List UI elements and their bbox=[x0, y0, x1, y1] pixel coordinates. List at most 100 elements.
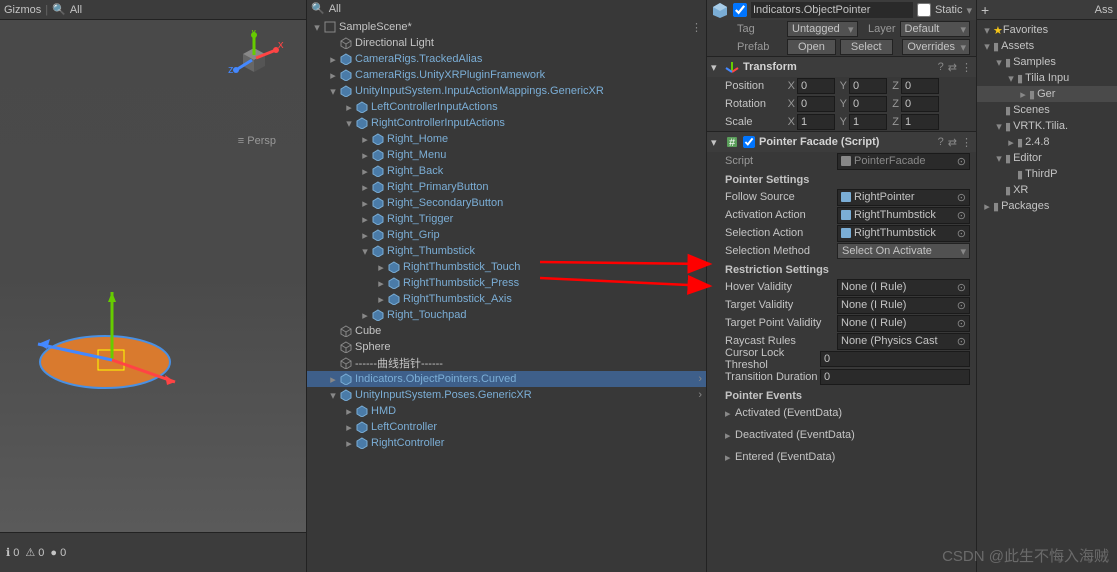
picker-icon[interactable]: ⊙ bbox=[957, 191, 966, 204]
hierarchy-item[interactable]: ▸HMD bbox=[307, 403, 706, 419]
project-item[interactable]: ▸▮Ger bbox=[977, 86, 1117, 102]
foldout-icon[interactable]: ▾ bbox=[711, 61, 721, 74]
selection-action-field[interactable]: RightThumbstick⊙ bbox=[837, 225, 970, 242]
info-icon[interactable]: ℹ 0 bbox=[6, 546, 19, 559]
hierarchy-item[interactable]: ▸Indicators.ObjectPointers.Curved› bbox=[307, 371, 706, 387]
tag-dropdown[interactable]: Untagged bbox=[787, 21, 858, 37]
foldout-icon[interactable]: ▸ bbox=[343, 101, 355, 114]
foldout-icon[interactable]: ▾ bbox=[359, 245, 371, 258]
preset-icon[interactable]: ⇄ bbox=[948, 136, 957, 149]
picker-icon[interactable]: ⊙ bbox=[957, 155, 966, 168]
all-filter[interactable]: All bbox=[70, 4, 82, 16]
help-icon[interactable]: ? bbox=[938, 61, 944, 73]
all-filter[interactable]: All bbox=[329, 3, 341, 15]
foldout-icon[interactable]: ▾ bbox=[993, 152, 1005, 165]
selected-object-gizmo[interactable] bbox=[20, 292, 200, 392]
rot-x-field[interactable] bbox=[797, 96, 835, 112]
foldout-icon[interactable]: ▸ bbox=[359, 165, 371, 178]
project-item[interactable]: ▾▮Assets bbox=[977, 38, 1117, 54]
foldout-icon[interactable]: ▸ bbox=[343, 405, 355, 418]
hierarchy-item[interactable]: ▸LeftControllerInputActions bbox=[307, 99, 706, 115]
event-deactivated[interactable]: ▸Deactivated (EventData) bbox=[707, 426, 976, 444]
hierarchy-item[interactable]: ▸Right_SecondaryButton bbox=[307, 195, 706, 211]
hierarchy-item[interactable]: ▾Right_Thumbstick bbox=[307, 243, 706, 259]
layer-dropdown[interactable]: Default bbox=[900, 21, 971, 37]
hierarchy-item[interactable]: ▾UnityInputSystem.Poses.GenericXR› bbox=[307, 387, 706, 403]
picker-icon[interactable]: ⊙ bbox=[957, 317, 966, 330]
selection-method-dropdown[interactable]: Select On Activate bbox=[837, 243, 970, 259]
project-item[interactable]: ▾▮Samples bbox=[977, 54, 1117, 70]
hierarchy-item[interactable]: ▸Right_Menu bbox=[307, 147, 706, 163]
foldout-icon[interactable]: ▸ bbox=[359, 149, 371, 162]
foldout-icon[interactable]: ▸ bbox=[359, 133, 371, 146]
help-icon[interactable]: ? bbox=[938, 136, 944, 148]
foldout-icon[interactable]: ▸ bbox=[327, 53, 339, 66]
cursor-threshold-field[interactable] bbox=[820, 351, 970, 367]
hierarchy-item[interactable]: ▸Right_Home bbox=[307, 131, 706, 147]
transition-duration-field[interactable] bbox=[820, 369, 970, 385]
hierarchy-item[interactable]: ▸RightThumbstick_Axis bbox=[307, 291, 706, 307]
hierarchy-item[interactable]: ▸LeftController bbox=[307, 419, 706, 435]
scl-z-field[interactable] bbox=[901, 114, 939, 130]
hierarchy-item[interactable]: ▸Right_PrimaryButton bbox=[307, 179, 706, 195]
foldout-icon[interactable]: ▸ bbox=[343, 421, 355, 434]
target-validity-field[interactable]: None (I Rule)⊙ bbox=[837, 297, 970, 314]
event-entered[interactable]: ▸Entered (EventData) bbox=[707, 448, 976, 466]
hierarchy-item[interactable]: ▸RightController bbox=[307, 435, 706, 451]
search-icon[interactable]: 🔍 bbox=[52, 3, 66, 16]
project-item[interactable]: ▮ThirdP bbox=[977, 166, 1117, 182]
warn-icon[interactable]: ⚠ 0 bbox=[25, 546, 44, 559]
foldout-icon[interactable]: ▾ bbox=[711, 136, 721, 149]
hierarchy-item[interactable]: Sphere bbox=[307, 339, 706, 355]
project-item[interactable]: ▸▮Packages bbox=[977, 198, 1117, 214]
static-checkbox[interactable] bbox=[917, 3, 931, 17]
select-button[interactable]: Select bbox=[840, 39, 893, 55]
orientation-gizmo[interactable]: y x z bbox=[226, 30, 286, 90]
active-checkbox[interactable] bbox=[733, 3, 747, 17]
rot-y-field[interactable] bbox=[849, 96, 887, 112]
scene-canvas[interactable]: y x z ≡ Persp bbox=[0, 20, 306, 532]
project-item[interactable]: ▾▮Tilia Inpu bbox=[977, 70, 1117, 86]
foldout-icon[interactable]: ▸ bbox=[359, 229, 371, 242]
scl-y-field[interactable] bbox=[849, 114, 887, 130]
foldout-icon[interactable]: ▸ bbox=[1017, 88, 1029, 101]
pos-x-field[interactable] bbox=[797, 78, 835, 94]
project-item[interactable]: ▮Scenes bbox=[977, 102, 1117, 118]
foldout-icon[interactable]: ▸ bbox=[359, 213, 371, 226]
rot-z-field[interactable] bbox=[901, 96, 939, 112]
hover-validity-field[interactable]: None (I Rule)⊙ bbox=[837, 279, 970, 296]
search-icon[interactable]: 🔍 bbox=[311, 2, 325, 15]
hierarchy-item[interactable]: ▸RightThumbstick_Press bbox=[307, 275, 706, 291]
foldout-icon[interactable]: ▾ bbox=[327, 85, 339, 98]
foldout-icon[interactable]: ▾ bbox=[343, 117, 355, 130]
foldout-icon[interactable]: ▸ bbox=[375, 293, 387, 306]
hierarchy-item[interactable]: ▾UnityInputSystem.InputActionMappings.Ge… bbox=[307, 83, 706, 99]
foldout-icon[interactable]: ▸ bbox=[327, 69, 339, 82]
project-item[interactable]: ▸▮2.4.8 bbox=[977, 134, 1117, 150]
raycast-rules-field[interactable]: None (Physics Cast⊙ bbox=[837, 333, 970, 350]
hierarchy-item[interactable]: ▸Right_Grip bbox=[307, 227, 706, 243]
foldout-icon[interactable]: ▾ bbox=[993, 120, 1005, 133]
error-icon[interactable]: ● 0 bbox=[50, 547, 66, 559]
enable-checkbox[interactable] bbox=[743, 136, 755, 148]
event-activated[interactable]: ▸Activated (EventData) bbox=[707, 404, 976, 422]
foldout-icon[interactable]: ▸ bbox=[327, 373, 339, 386]
tab-label[interactable]: Ass bbox=[1095, 4, 1113, 16]
picker-icon[interactable]: ⊙ bbox=[957, 209, 966, 222]
hierarchy-item[interactable]: ▾RightControllerInputActions bbox=[307, 115, 706, 131]
foldout-icon[interactable]: ▸ bbox=[359, 309, 371, 322]
picker-icon[interactable]: ⊙ bbox=[957, 227, 966, 240]
hierarchy-item[interactable]: ▸CameraRigs.UnityXRPluginFramework bbox=[307, 67, 706, 83]
foldout-icon[interactable]: ▸ bbox=[343, 437, 355, 450]
foldout-icon[interactable]: ▾ bbox=[327, 389, 339, 402]
project-item[interactable]: ▾▮VRTK.Tilia. bbox=[977, 118, 1117, 134]
project-item[interactable]: ▮XR bbox=[977, 182, 1117, 198]
foldout-icon[interactable]: ▾ bbox=[981, 40, 993, 53]
scl-x-field[interactable] bbox=[797, 114, 835, 130]
scene-root[interactable]: ▾ SampleScene* ⋮ bbox=[307, 19, 706, 35]
foldout-icon[interactable]: ▸ bbox=[359, 197, 371, 210]
picker-icon[interactable]: ⊙ bbox=[957, 281, 966, 294]
hierarchy-item[interactable]: Cube bbox=[307, 323, 706, 339]
favorites-row[interactable]: ▾★ Favorites bbox=[977, 22, 1117, 38]
gizmos-dropdown[interactable]: Gizmos bbox=[4, 4, 41, 16]
